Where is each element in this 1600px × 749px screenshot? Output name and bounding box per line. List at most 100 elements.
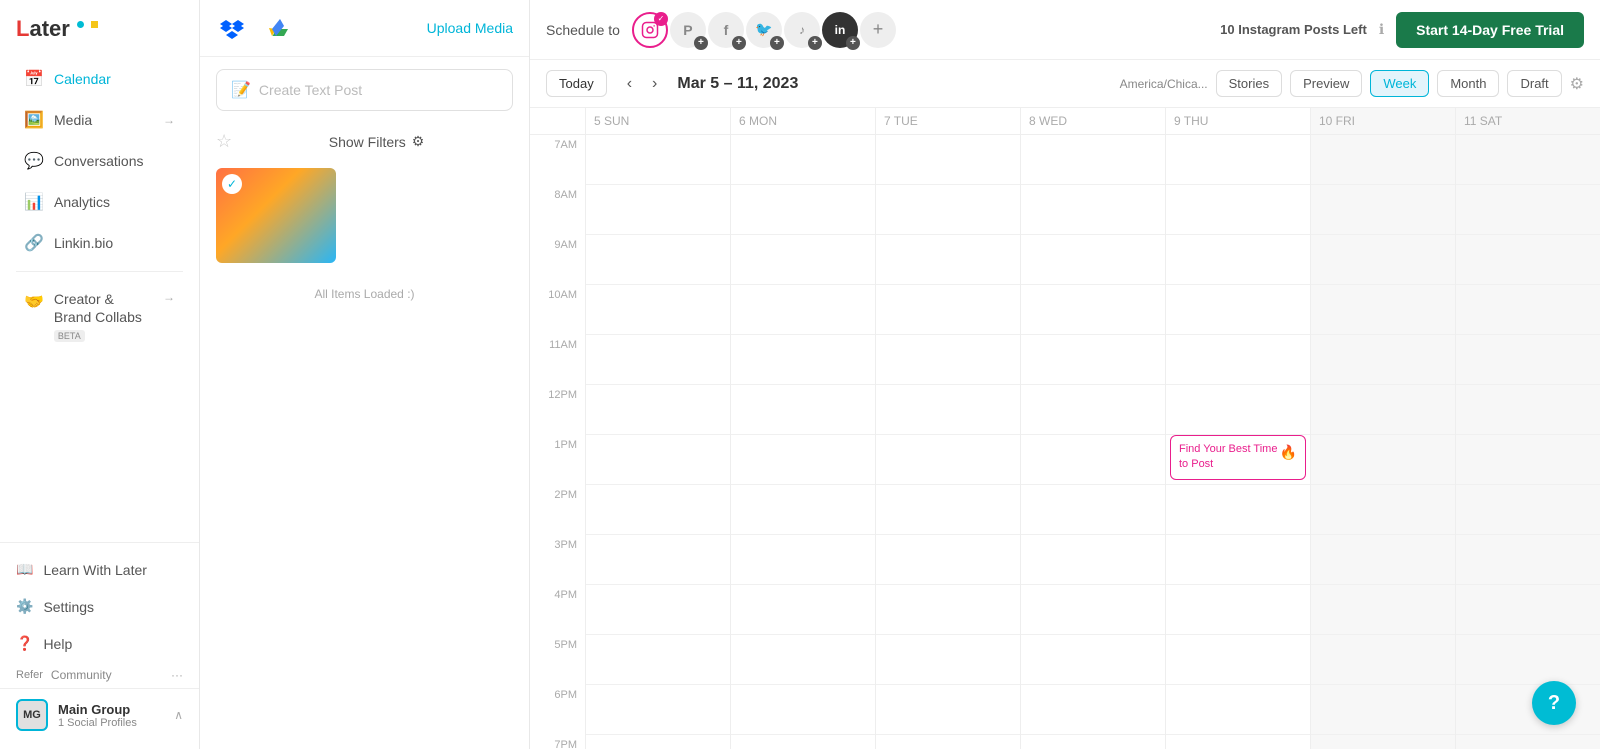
creator-icon: 🤝 <box>24 292 44 312</box>
time-10am: 10AM <box>530 285 585 335</box>
filters-row: ☆ Show Filters ⚙ <box>200 123 529 160</box>
week-view-button[interactable]: Week <box>1370 70 1429 97</box>
cell-sun-4pm[interactable] <box>586 585 730 635</box>
preview-view-button[interactable]: Preview <box>1290 70 1362 97</box>
sidebar-item-calendar[interactable]: 📅 Calendar <box>8 59 191 99</box>
sidebar-item-conversations[interactable]: 💬 Conversations <box>8 141 191 181</box>
month-view-button[interactable]: Month <box>1437 70 1499 97</box>
info-icon[interactable]: ℹ <box>1379 21 1384 38</box>
filter-sliders-icon: ⚙ <box>412 133 425 150</box>
media-tools-bar: Upload Media <box>200 0 529 57</box>
account-row[interactable]: MG Main Group 1 Social Profiles ∧ <box>0 688 199 741</box>
cell-thu-1pm[interactable]: Find Your Best Time to Post 🔥 <box>1166 435 1310 485</box>
help-icon: ❓ <box>16 635 33 652</box>
media-panel: Upload Media 📝 Create Text Post ☆ Show F… <box>200 0 530 749</box>
cell-sun-8am[interactable] <box>586 185 730 235</box>
time-spacer <box>530 108 585 134</box>
sidebar-label-conversations: Conversations <box>54 153 144 169</box>
cell-sun-11am[interactable] <box>586 335 730 385</box>
creator-arrow-icon: → <box>163 290 175 304</box>
cell-sun-5pm[interactable] <box>586 635 730 685</box>
sidebar-item-analytics[interactable]: 📊 Analytics <box>8 182 191 222</box>
media-grid: ✓ All Items Loaded :) <box>200 160 529 749</box>
day-col-fri <box>1310 135 1455 749</box>
sidebar-item-help[interactable]: ❓ Help <box>0 625 199 662</box>
cell-sun-10am[interactable] <box>586 285 730 335</box>
platform-instagram[interactable]: ✓ <box>632 12 668 48</box>
sidebar-bottom: 📖 Learn With Later ⚙️ Settings ❓ Help Re… <box>0 542 199 749</box>
day-col-sun <box>585 135 730 749</box>
start-trial-button[interactable]: Start 14-Day Free Trial <box>1396 12 1584 48</box>
account-name: Main Group <box>58 702 164 717</box>
day-label-wed: 8 WED <box>1020 108 1165 134</box>
media-check-icon: ✓ <box>222 174 242 194</box>
best-time-card[interactable]: Find Your Best Time to Post 🔥 <box>1170 435 1306 480</box>
linkedin-plus-icon: + <box>846 36 860 50</box>
prev-week-button[interactable]: ‹ <box>619 71 640 97</box>
google-drive-icon[interactable] <box>264 12 296 44</box>
platform-linkedin[interactable]: in + <box>822 12 858 48</box>
days-header-row: 5 SUN 6 MON 7 TUE 8 WED 9 THU 10 FRI 11 … <box>530 108 1600 135</box>
create-text-post-bar[interactable]: 📝 Create Text Post <box>216 69 513 111</box>
account-chevron-icon: ∧ <box>174 708 183 722</box>
cell-sun-7am[interactable] <box>586 135 730 185</box>
platform-twitter[interactable]: 🐦 + <box>746 12 782 48</box>
cell-sun-1pm[interactable] <box>586 435 730 485</box>
time-2pm: 2PM <box>530 485 585 535</box>
time-7pm: 7PM <box>530 735 585 749</box>
sidebar-item-media[interactable]: 🖼️ Media → <box>8 100 191 140</box>
sidebar-item-learn[interactable]: 📖 Learn With Later <box>0 551 199 588</box>
day-label-tue: 7 TUE <box>875 108 1020 134</box>
analytics-icon: 📊 <box>24 192 44 212</box>
time-12pm: 12PM <box>530 385 585 435</box>
day-label-sat: 11 SAT <box>1455 108 1600 134</box>
day-col-mon <box>730 135 875 749</box>
dropbox-icon[interactable] <box>216 12 248 44</box>
platform-tiktok[interactable]: ♪ + <box>784 12 820 48</box>
show-filters-button[interactable]: Show Filters ⚙ <box>240 133 513 150</box>
timezone-label: America/Chica... <box>1120 77 1208 91</box>
stories-view-button[interactable]: Stories <box>1216 70 1282 97</box>
sidebar: Later 📅 Calendar 🖼️ Media → 💬 Conversati… <box>0 0 200 749</box>
day-label-fri: 10 FRI <box>1310 108 1455 134</box>
avatar: MG <box>16 699 48 731</box>
day-label-mon: 6 MON <box>730 108 875 134</box>
today-button[interactable]: Today <box>546 70 607 97</box>
sidebar-item-linkinbio[interactable]: 🔗 Linkin.bio <box>8 223 191 263</box>
calendar-settings-icon[interactable]: ⚙ <box>1570 74 1584 94</box>
day-col-sat <box>1455 135 1600 749</box>
cell-sun-2pm[interactable] <box>586 485 730 535</box>
show-filters-label: Show Filters <box>329 134 406 150</box>
calendar-header: Today ‹ › Mar 5 – 11, 2023 America/Chica… <box>530 60 1600 108</box>
cell-sun-3pm[interactable] <box>586 535 730 585</box>
platform-icons: ✓ P + f + 🐦 + <box>632 12 896 48</box>
time-11am: 11AM <box>530 335 585 385</box>
upload-media-button[interactable]: Upload Media <box>427 20 513 36</box>
community-more-icon[interactable]: ··· <box>171 668 183 682</box>
star-icon[interactable]: ☆ <box>216 131 232 152</box>
time-3pm: 3PM <box>530 535 585 585</box>
help-fab-button[interactable]: ? <box>1532 681 1576 725</box>
instagram-check-badge: ✓ <box>654 12 668 26</box>
cell-sun-9am[interactable] <box>586 235 730 285</box>
sidebar-item-creator-brand[interactable]: 🤝 Creator & Brand Collabs BETA → <box>8 280 191 355</box>
posts-left-text: Instagram Posts Left <box>1238 22 1367 37</box>
time-4pm: 4PM <box>530 585 585 635</box>
cell-sun-12pm[interactable] <box>586 385 730 435</box>
tiktok-plus-icon: + <box>808 36 822 50</box>
facebook-plus-icon: + <box>732 36 746 50</box>
sidebar-item-settings[interactable]: ⚙️ Settings <box>0 588 199 625</box>
platform-facebook[interactable]: f + <box>708 12 744 48</box>
platform-pinterest[interactable]: P + <box>670 12 706 48</box>
time-7am: 7AM <box>530 135 585 185</box>
twitter-plus-icon: + <box>770 36 784 50</box>
media-thumbnail[interactable]: ✓ <box>216 168 336 263</box>
platform-add-button[interactable]: + <box>860 12 896 48</box>
cell-sun-7pm[interactable] <box>586 735 730 749</box>
time-5pm: 5PM <box>530 635 585 685</box>
cell-sun-6pm[interactable] <box>586 685 730 735</box>
sidebar-label-settings: Settings <box>43 599 94 615</box>
draft-view-button[interactable]: Draft <box>1507 70 1561 97</box>
calendar-view-controls: America/Chica... Stories Preview Week Mo… <box>1120 70 1584 97</box>
next-week-button[interactable]: › <box>644 71 665 97</box>
